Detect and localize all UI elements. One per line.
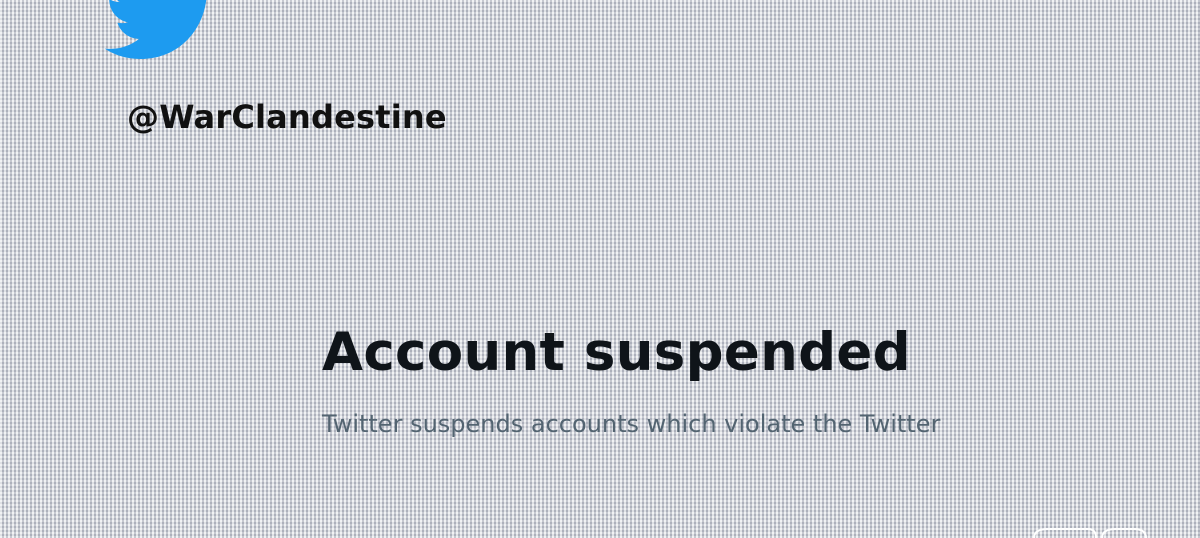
partial-button-outline <box>1033 528 1147 538</box>
account-handle: @WarClandestine <box>127 98 447 136</box>
suspension-description: Twitter suspends accounts which violate … <box>322 410 941 438</box>
page-title: Account suspended <box>322 322 911 383</box>
twitter-bird-icon <box>104 0 207 60</box>
